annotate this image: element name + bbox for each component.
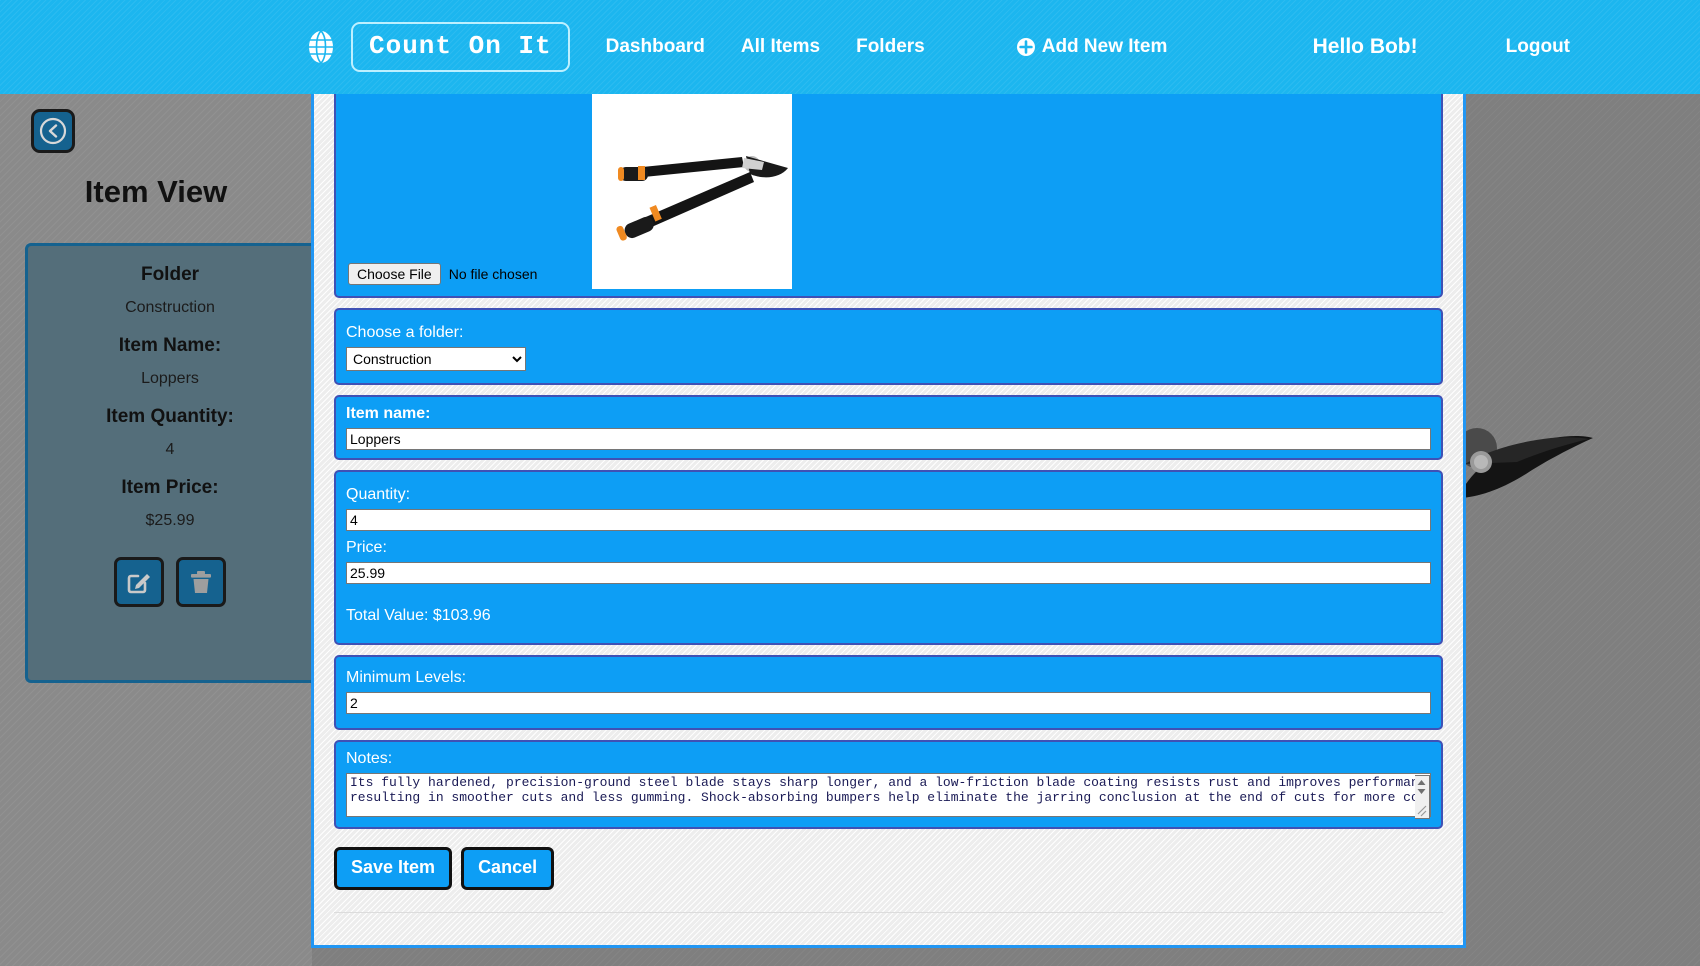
file-status-text: No file chosen — [448, 266, 538, 282]
total-value-text: Total Value: $103.96 — [346, 607, 491, 624]
navbar-right-group: Hello Bob! Logout — [1313, 0, 1700, 94]
cancel-button[interactable]: Cancel — [461, 847, 555, 890]
save-item-button[interactable]: Save Item — [334, 847, 453, 890]
nav-link-all-items[interactable]: All Items — [741, 36, 820, 58]
card-value-item-price: $25.99 — [145, 512, 195, 529]
plus-circle-icon — [1016, 38, 1035, 56]
page-title: Item View — [84, 174, 228, 209]
arrow-left-circle-icon — [39, 117, 67, 145]
card-value-item-quantity: 4 — [165, 441, 175, 458]
left-sidebar: Item View Folder Construction Item Name:… — [0, 94, 312, 966]
folder-select[interactable]: Construction — [346, 347, 526, 371]
item-name-panel: Item name: — [334, 395, 1443, 460]
form-footer-divider — [334, 912, 1443, 945]
minimum-levels-label: Minimum Levels: — [346, 669, 467, 686]
nav-link-folders[interactable]: Folders — [856, 36, 925, 58]
price-input[interactable] — [346, 562, 1431, 584]
item-photo — [592, 94, 792, 289]
delete-item-button[interactable] — [176, 557, 226, 607]
notes-label: Notes: — [346, 750, 393, 767]
card-action-row — [28, 557, 312, 607]
edit-item-button[interactable] — [114, 557, 164, 607]
trash-icon — [191, 571, 211, 593]
quantity-price-panel: Quantity: Price: Total Value: $103.96 — [334, 470, 1443, 645]
user-greeting: Hello Bob! — [1312, 35, 1418, 58]
notes-textarea[interactable]: Its fully hardened, precision-ground ste… — [346, 773, 1431, 817]
notes-panel: Notes: Its fully hardened, precision-gro… — [334, 740, 1443, 829]
price-label: Price: — [346, 539, 387, 556]
card-value-item-name: Loppers — [141, 370, 199, 387]
folder-panel: Choose a folder: Construction — [334, 308, 1443, 385]
form-button-row: Save Item Cancel — [334, 847, 1463, 890]
pencil-square-icon — [127, 574, 150, 594]
minimum-levels-panel: Minimum Levels: — [334, 655, 1443, 730]
globe-icon — [309, 30, 333, 64]
folder-label: Choose a folder: — [346, 324, 464, 341]
top-navbar: Count On It Dashboard All Items Folders … — [0, 0, 1700, 94]
choose-file-button[interactable]: Choose File — [348, 263, 441, 285]
item-name-input[interactable] — [346, 428, 1431, 450]
nav-add-label: Add New Item — [1041, 36, 1168, 57]
image-upload-panel: Choose File No file chosen — [334, 94, 1443, 298]
logout-link[interactable]: Logout — [1506, 36, 1570, 58]
nav-link-add-new-item[interactable]: Add New Item — [1016, 36, 1168, 58]
scrollbar-arrows-icon — [1417, 780, 1427, 817]
minimum-levels-input[interactable] — [346, 692, 1431, 714]
quantity-label: Quantity: — [346, 486, 411, 503]
quantity-input[interactable] — [346, 509, 1431, 531]
card-label-item-price: Item Price: — [121, 477, 219, 498]
card-value-folder: Construction — [125, 299, 215, 316]
background-product-photo — [1457, 428, 1593, 498]
notes-scrollbar[interactable] — [1415, 775, 1430, 819]
item-name-label: Item name: — [346, 405, 431, 422]
item-edit-form: Choose File No file chosen Choose a fold… — [311, 94, 1466, 948]
nav-link-dashboard[interactable]: Dashboard — [606, 36, 705, 58]
brand-logo[interactable]: Count On It — [351, 22, 570, 72]
card-label-item-quantity: Item Quantity: — [106, 406, 234, 427]
item-summary-card: Folder Construction Item Name: Loppers I… — [25, 243, 312, 683]
card-label-item-name: Item Name: — [118, 335, 222, 356]
back-button[interactable] — [31, 109, 75, 153]
file-upload-row: Choose File No file chosen — [348, 263, 537, 285]
card-label-folder: Folder — [140, 264, 200, 285]
